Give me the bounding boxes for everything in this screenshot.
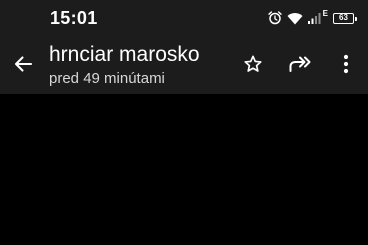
- star-button[interactable]: [240, 53, 266, 79]
- contact-name[interactable]: hrnciar marosko: [49, 43, 200, 67]
- alarm-icon: [267, 11, 282, 25]
- conversation-toolbar: hrnciar marosko pred 49 minútami: [0, 36, 368, 94]
- forward-icon: [289, 54, 313, 79]
- back-button[interactable]: [10, 53, 36, 79]
- star-icon: [243, 54, 263, 79]
- more-vertical-icon: [343, 54, 349, 79]
- status-icons: E 63: [267, 8, 357, 26]
- forward-button[interactable]: [288, 53, 314, 79]
- network-type: E: [322, 8, 328, 18]
- wifi-icon: [287, 12, 303, 25]
- back-arrow-icon: [13, 54, 33, 79]
- signal-icon: [307, 12, 322, 24]
- battery-level: 63: [339, 13, 348, 22]
- more-options-button[interactable]: [333, 53, 359, 79]
- battery-icon: 63: [333, 12, 357, 24]
- status-time: 15:01: [50, 8, 98, 28]
- conversation-content: [0, 94, 368, 245]
- status-bar: 15:01 E 63: [0, 0, 368, 36]
- last-seen: pred 49 minútami: [49, 70, 165, 87]
